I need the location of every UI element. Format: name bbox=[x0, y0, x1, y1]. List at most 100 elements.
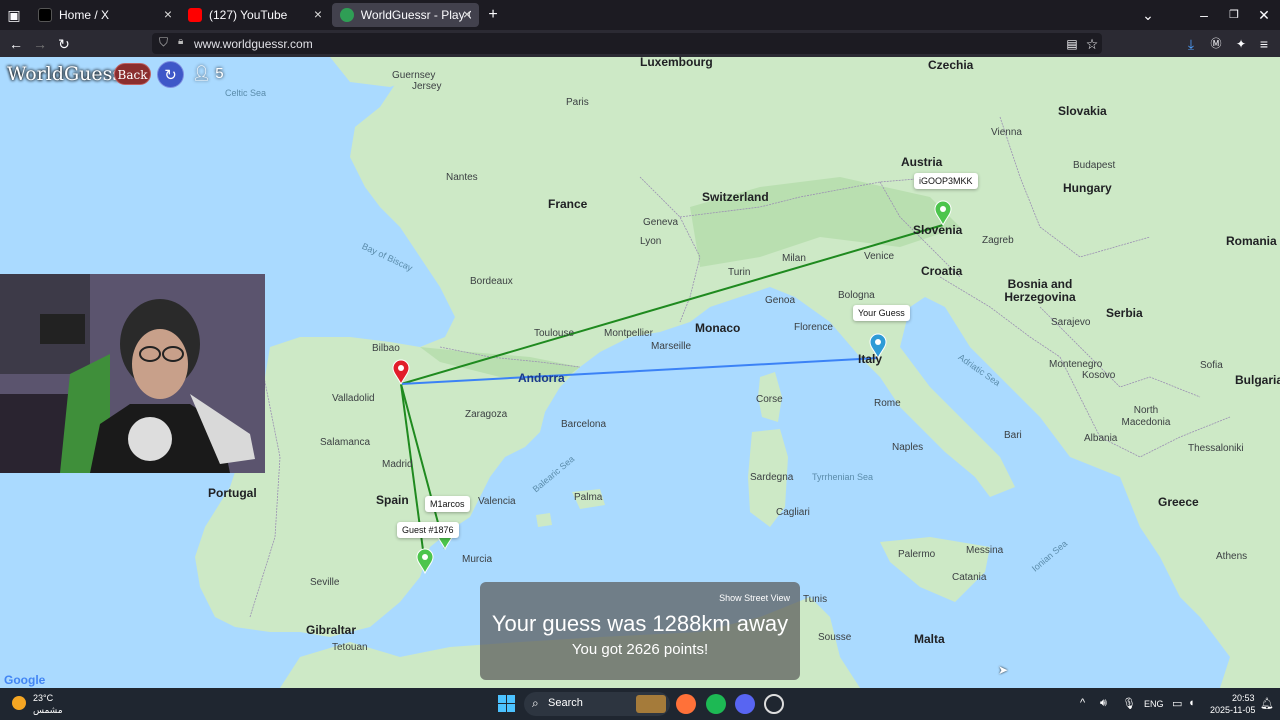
spotify-icon[interactable] bbox=[706, 694, 726, 714]
map-label-city: Lyon bbox=[640, 236, 662, 247]
back-button[interactable]: Back bbox=[114, 63, 151, 85]
tab-home-x[interactable]: Home / X × bbox=[30, 3, 180, 27]
map-label-city: Seville bbox=[310, 577, 340, 588]
forward-arrow-icon[interactable]: → bbox=[30, 34, 50, 54]
map-label-country: Austria bbox=[901, 155, 943, 169]
browser-nav-bar: ← → ↻ ⛉ 🔒︎ www.worldguessr.com ▤ ☆ ⤓ Ⓜ ✦… bbox=[0, 30, 1280, 57]
close-icon[interactable]: × bbox=[314, 6, 322, 22]
weather-desc: مشمس bbox=[33, 705, 63, 715]
map-label-city: Messina bbox=[966, 545, 1004, 556]
account-icon[interactable]: Ⓜ bbox=[1206, 34, 1226, 54]
map-label-country: Albania bbox=[1084, 433, 1118, 444]
show-street-view-link[interactable]: Show Street View bbox=[719, 593, 790, 603]
player-count: 👤︎ 5 bbox=[192, 64, 224, 82]
extensions-icon[interactable]: ✦ bbox=[1231, 34, 1251, 54]
reload-icon[interactable]: ↻ bbox=[54, 34, 74, 54]
map-label-city: Tetouan bbox=[332, 642, 368, 653]
map-label-city: Sardegna bbox=[750, 472, 794, 483]
close-icon[interactable]: × bbox=[463, 6, 471, 22]
notification-icon[interactable]: 🔔︎ bbox=[1260, 697, 1274, 710]
network-icon[interactable]: ▭ bbox=[1172, 697, 1182, 710]
lock-icon[interactable]: 🔒︎ bbox=[178, 36, 183, 47]
bookmark-star-icon[interactable]: ☆ bbox=[1082, 34, 1102, 54]
search-highlight-icon bbox=[636, 695, 666, 713]
microphone-icon[interactable]: 🎙︎ bbox=[1122, 697, 1136, 710]
map-label-city: Zaragoza bbox=[465, 409, 508, 420]
map-label-country: Czechia bbox=[928, 58, 974, 72]
map-label-country: Switzerland bbox=[702, 190, 769, 204]
firefox-icon[interactable] bbox=[676, 694, 696, 714]
map-label-city: Geneva bbox=[643, 217, 679, 228]
map-label-city: Athens bbox=[1216, 551, 1248, 562]
speaker-icon[interactable]: ◖ bbox=[1188, 697, 1195, 709]
tab-list-icon[interactable]: ▣ bbox=[4, 5, 24, 25]
map-label-city: Catania bbox=[952, 572, 987, 583]
map-label-city: Turin bbox=[728, 267, 751, 278]
map-label-country: Hungary bbox=[1063, 181, 1112, 195]
clock-time[interactable]: 20:53 bbox=[1232, 693, 1255, 703]
reader-view-icon[interactable]: ▤ bbox=[1062, 34, 1082, 54]
tab-youtube[interactable]: (127) YouTube × bbox=[180, 3, 330, 27]
map-label-city: Sousse bbox=[818, 632, 852, 643]
map-label-country: Italy bbox=[858, 352, 883, 366]
weather-temp: 23°C bbox=[33, 693, 54, 703]
shield-icon[interactable]: ⛉ bbox=[159, 35, 168, 50]
map-label-city: Paris bbox=[566, 97, 589, 108]
map-label-city: Marseille bbox=[651, 341, 692, 352]
refresh-button[interactable]: ↻ bbox=[157, 61, 184, 88]
map-label-country: Monaco bbox=[695, 321, 741, 335]
map-label-country: Spain bbox=[376, 493, 409, 507]
map-label-city: Nantes bbox=[446, 172, 478, 183]
discord-icon[interactable] bbox=[735, 694, 755, 714]
map-label-city: Madrid bbox=[382, 459, 413, 470]
new-tab-button[interactable]: + bbox=[483, 5, 503, 25]
map-label-city: Palermo bbox=[898, 549, 936, 560]
user-icon: 👤︎ bbox=[192, 65, 212, 82]
language-indicator[interactable]: ENG bbox=[1144, 699, 1164, 709]
map-label-city: Naples bbox=[892, 442, 924, 453]
maximize-icon[interactable]: ❐ bbox=[1224, 5, 1244, 25]
map-label-country: Malta bbox=[914, 632, 945, 646]
start-button[interactable] bbox=[498, 695, 515, 712]
map-label-country: Montenegro bbox=[1049, 359, 1103, 370]
close-icon[interactable]: × bbox=[164, 6, 172, 22]
map-label-city: Vienna bbox=[991, 127, 1022, 138]
address-bar[interactable]: ⛉ 🔒︎ www.worldguessr.com bbox=[152, 33, 1102, 54]
map-label-country: Kosovo bbox=[1082, 370, 1116, 381]
google-logo-text: Google bbox=[4, 673, 46, 687]
tab-label: (127) YouTube bbox=[209, 8, 288, 22]
tray-overflow-icon[interactable]: ^ bbox=[1080, 697, 1085, 709]
map-label-country: Bosnia and Herzegovina bbox=[1004, 277, 1076, 304]
webcam-overlay bbox=[0, 274, 265, 473]
window-close-icon[interactable]: ✕ bbox=[1254, 5, 1274, 25]
map-label-city: Montpellier bbox=[604, 328, 653, 339]
clock-date[interactable]: 2025-11-05 bbox=[1210, 705, 1255, 715]
app-icon[interactable] bbox=[764, 694, 784, 714]
map-label-city: Corse bbox=[756, 394, 783, 405]
worldguessr-logo[interactable]: WorldGuessr bbox=[7, 63, 131, 85]
mouse-cursor-icon: ➤ bbox=[998, 663, 1009, 677]
map-label-city: Jersey bbox=[412, 81, 442, 92]
google-logo[interactable]: Google bbox=[4, 673, 45, 687]
weather-widget[interactable]: 23°C مشمس bbox=[12, 693, 82, 717]
map-label-city: Milan bbox=[782, 253, 806, 264]
taskbar-search[interactable]: ⌕ Search bbox=[524, 692, 670, 716]
player-count-value: 5 bbox=[215, 65, 224, 82]
map-label-city: Rome bbox=[874, 398, 901, 409]
map-label-city: Cagliari bbox=[776, 507, 810, 518]
map-label-city: Budapest bbox=[1073, 160, 1116, 171]
tab-worldguessr[interactable]: WorldGuessr - Play Geoguessr F × bbox=[332, 3, 479, 27]
tab-label: Home / X bbox=[59, 8, 110, 22]
x-logo-icon bbox=[38, 8, 52, 22]
worldguessr-page: Luxembourg Czechia France Switzerland Au… bbox=[0, 57, 1280, 688]
map-label-city: Sofia bbox=[1200, 360, 1223, 371]
minimize-icon[interactable]: – bbox=[1194, 5, 1214, 25]
download-icon[interactable]: ⤓ bbox=[1181, 34, 1201, 54]
menu-icon[interactable]: ≡ bbox=[1254, 34, 1274, 54]
back-arrow-icon[interactable]: ← bbox=[6, 34, 26, 54]
map-label-city: Bilbao bbox=[372, 343, 400, 354]
tab-overflow-icon[interactable]: ⌄ bbox=[1138, 5, 1158, 25]
volume-icon[interactable]: 🔊︎ bbox=[1100, 697, 1107, 710]
map-label-city: Barcelona bbox=[561, 419, 607, 430]
map-label-city: Thessaloniki bbox=[1188, 443, 1244, 454]
